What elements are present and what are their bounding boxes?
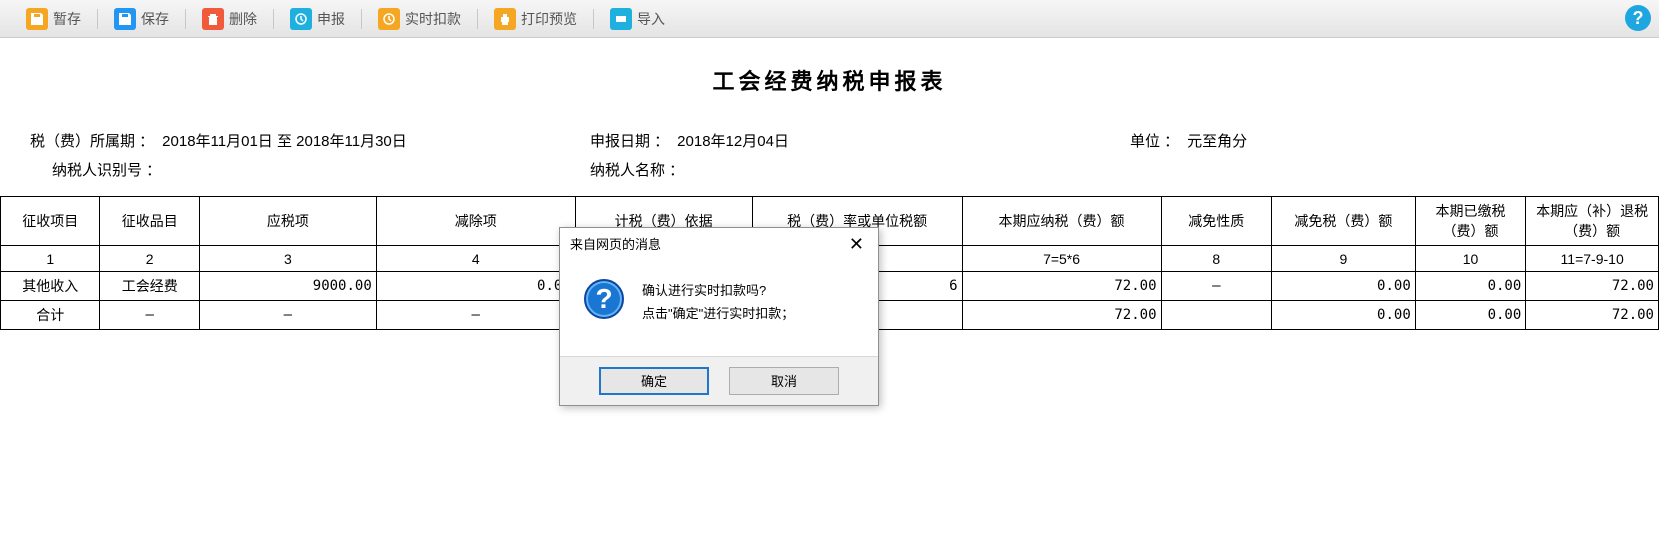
deduct-label: 实时扣款 [405,9,461,29]
cell-item: 工会经费 [100,272,199,301]
save-button[interactable]: 保存 [108,4,175,34]
close-icon[interactable]: ✕ [845,235,868,253]
ok-button[interactable]: 确定 [599,367,709,395]
total-label: 合计 [1,301,100,330]
cell-paid: 0.00 [1415,272,1526,301]
cell-deduct[interactable]: 0.00 [376,272,575,301]
separator [273,9,274,29]
total-c9: 0.00 [1272,301,1416,330]
total-c8 [1161,301,1272,330]
declare-button[interactable]: 申报 [284,4,351,34]
unit-value: 元至角分 [1187,130,1247,151]
temp-save-button[interactable]: 暂存 [20,4,87,34]
clock-icon [290,8,312,30]
unit-label: 单位 ： [1130,130,1179,151]
total-c3: — [199,301,376,330]
import-label: 导入 [637,9,665,29]
cell-relief-type: — [1161,272,1272,301]
help-icon[interactable]: ? [1625,5,1651,31]
save-icon [114,8,136,30]
total-c7: 72.00 [962,301,1161,330]
n10: 10 [1415,246,1526,272]
separator [593,9,594,29]
deduct-button[interactable]: 实时扣款 [372,4,467,34]
declare-label: 申报 [317,9,345,29]
period-label: 税（费）所属期 ： [30,130,154,151]
th-9: 减免税（费）额 [1272,197,1416,246]
print-preview-button[interactable]: 打印预览 [488,4,583,34]
info-row-1: 税（费）所属期 ： 2018年11月01日 至 2018年11月30日 申报日期… [0,126,1659,155]
th-2: 征收品目 [100,197,199,246]
cell-refund: 72.00 [1526,272,1659,301]
declare-date-label: 申报日期 ： [590,130,669,151]
n11: 11=7-9-10 [1526,246,1659,272]
th-8: 减免性质 [1161,197,1272,246]
dialog-title-text: 来自网页的消息 [570,234,661,253]
n2: 2 [100,246,199,272]
th-4: 减除项 [376,197,575,246]
cell-taxable[interactable]: 9000.00 [199,272,376,301]
cancel-button[interactable]: 取消 [729,367,839,395]
th-3: 应税项 [199,197,376,246]
dialog-line1: 确认进行实时扣款吗? [642,279,794,302]
separator [97,9,98,29]
page-title: 工会经费纳税申报表 [0,64,1659,96]
n8: 8 [1161,246,1272,272]
question-icon: ? [584,279,624,319]
cell-project: 其他收入 [1,272,100,301]
n4: 4 [376,246,575,272]
separator [477,9,478,29]
save-label: 保存 [141,9,169,29]
n1: 1 [1,246,100,272]
declare-date-value: 2018年12月04日 [677,130,789,151]
printer-icon [494,8,516,30]
total-c4: — [376,301,575,330]
taxpayer-name-label: 纳税人名称 ： [590,159,684,180]
trash-icon [202,8,224,30]
th-10: 本期已缴税（费）额 [1415,197,1526,246]
th-11: 本期应（补）退税（费）额 [1526,197,1659,246]
temp-save-label: 暂存 [53,9,81,29]
dialog-actions: 确定 取消 [560,356,878,405]
dialog-message: 确认进行实时扣款吗? 点击"确定"进行实时扣款； [642,279,794,326]
total-c10: 0.00 [1415,301,1526,330]
clock-icon [378,8,400,30]
total-c2: — [100,301,199,330]
dialog-titlebar: 来自网页的消息 ✕ [560,228,878,259]
taxpayer-id-label: 纳税人识别号 ： [52,159,161,180]
separator [361,9,362,29]
n9: 9 [1272,246,1416,272]
info-row-2: 纳税人识别号 ： 纳税人名称 ： [0,155,1659,184]
n3: 3 [199,246,376,272]
import-button[interactable]: 导入 [604,4,671,34]
dialog-body: ? 确认进行实时扣款吗? 点击"确定"进行实时扣款； [560,259,878,356]
th-7: 本期应纳税（费）额 [962,197,1161,246]
dialog-line2: 点击"确定"进行实时扣款； [642,302,794,325]
delete-label: 删除 [229,9,257,29]
print-preview-label: 打印预览 [521,9,577,29]
import-icon [610,8,632,30]
total-c11: 72.00 [1526,301,1659,330]
period-value: 2018年11月01日 至 2018年11月30日 [162,130,407,151]
cell-relief-amt: 0.00 [1272,272,1416,301]
confirm-dialog: 来自网页的消息 ✕ ? 确认进行实时扣款吗? 点击"确定"进行实时扣款； 确定 … [559,227,879,406]
toolbar: 暂存 保存 删除 申报 实时扣款 打印预览 [0,0,1659,38]
delete-button[interactable]: 删除 [196,4,263,34]
n7: 7=5*6 [962,246,1161,272]
th-1: 征收项目 [1,197,100,246]
separator [185,9,186,29]
temp-save-icon [26,8,48,30]
cell-payable: 72.00 [962,272,1161,301]
